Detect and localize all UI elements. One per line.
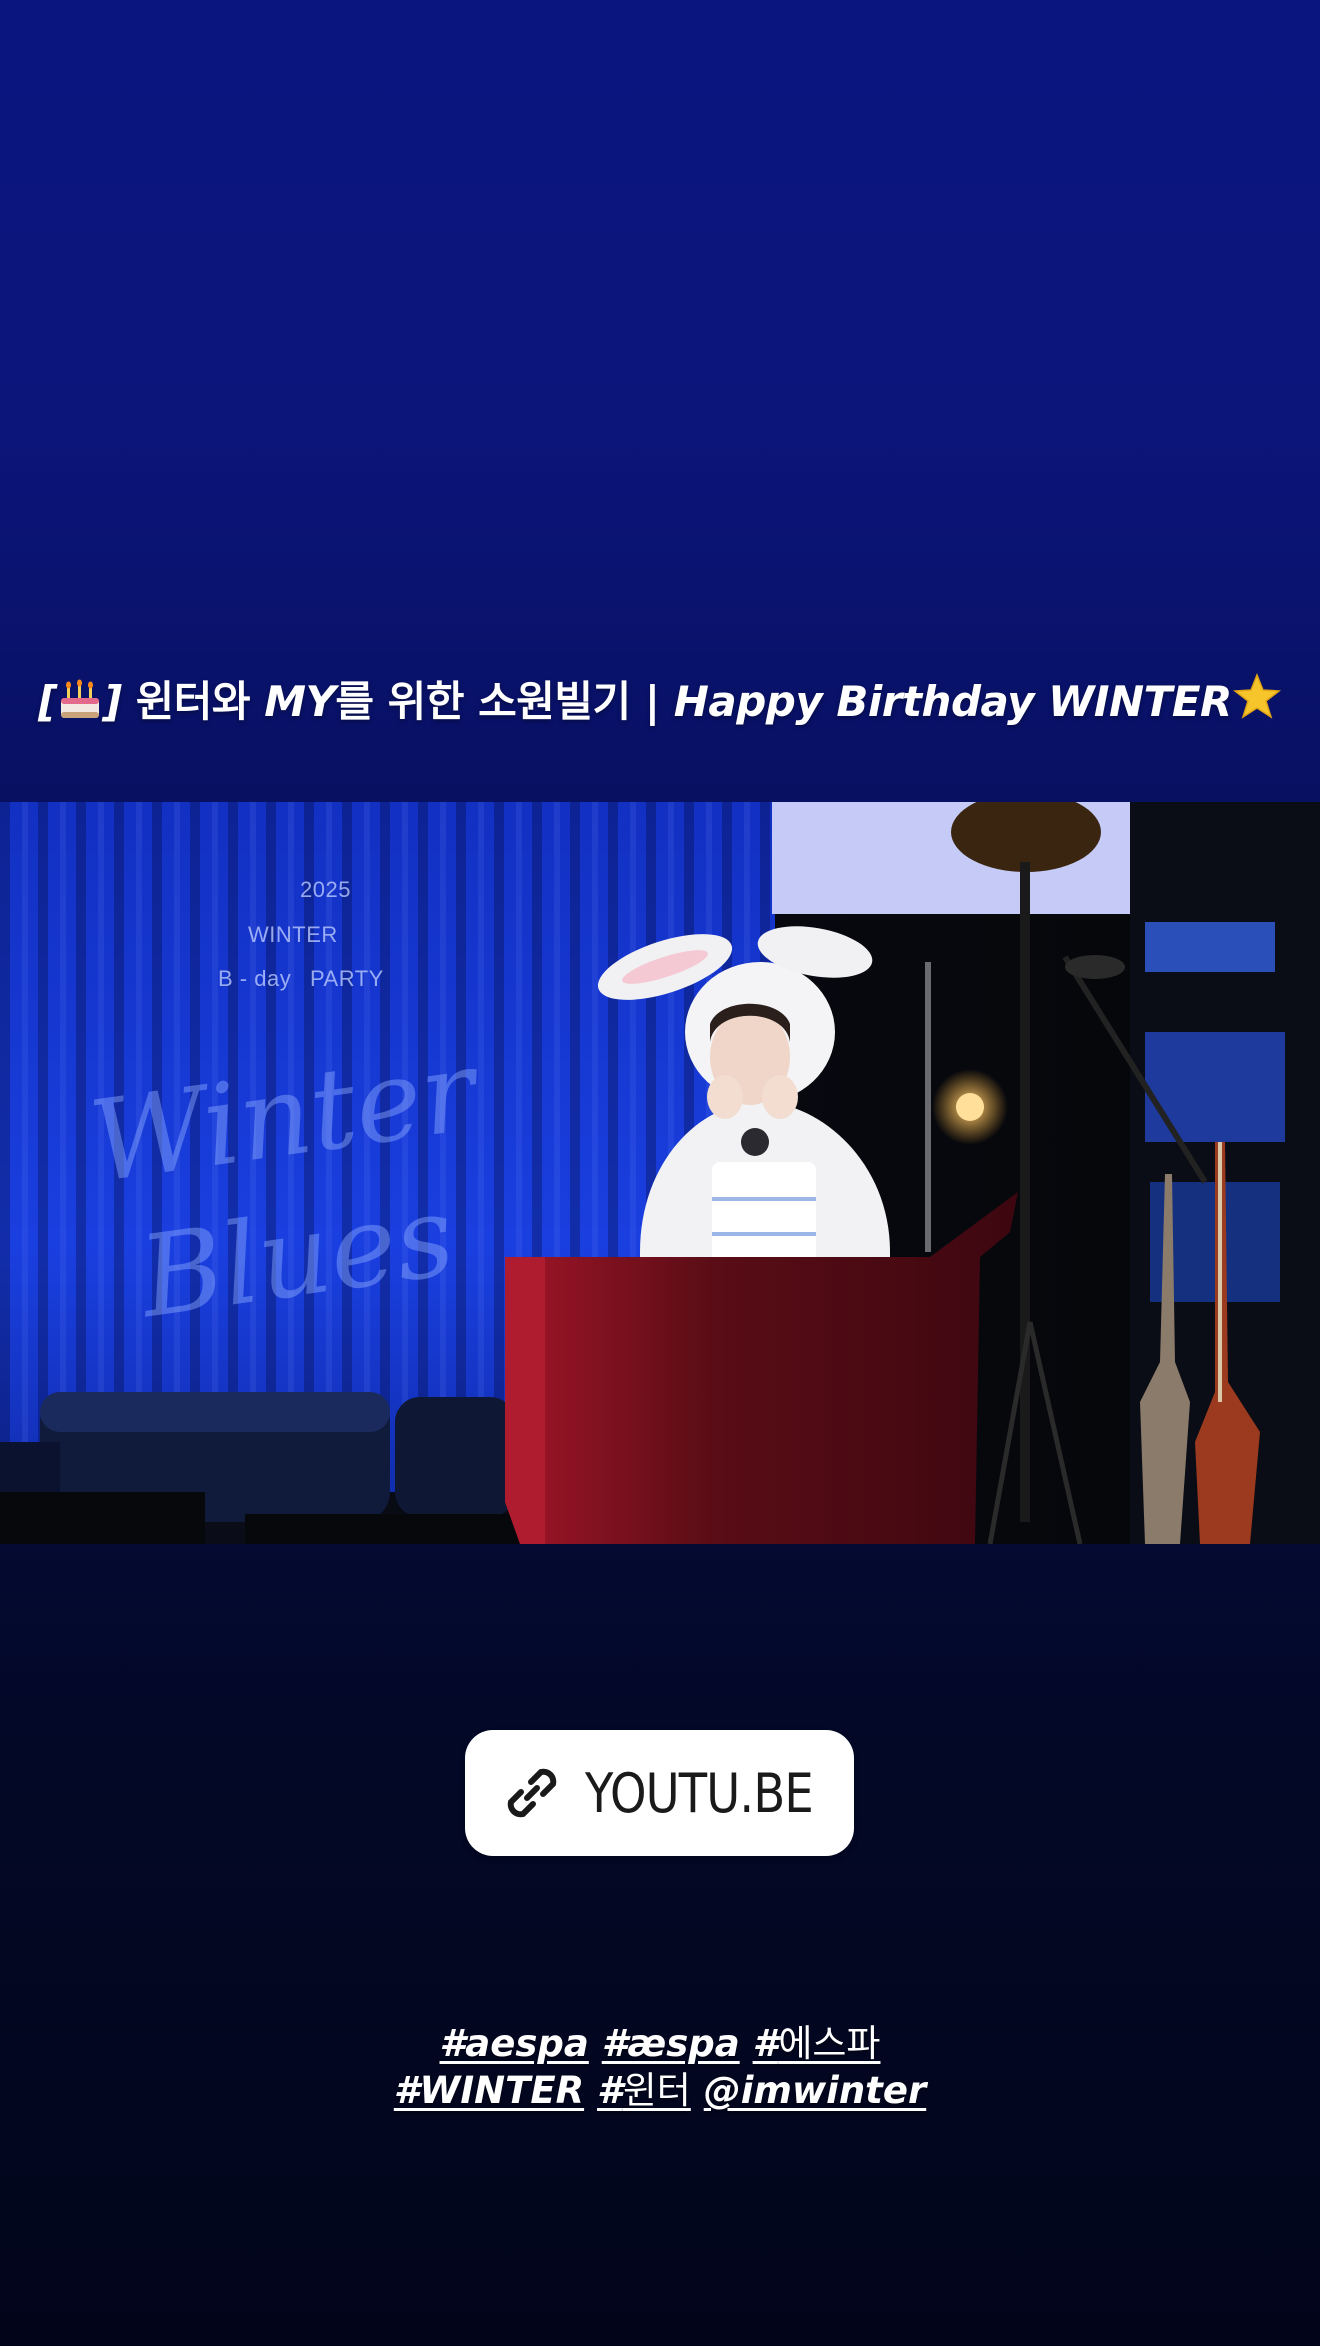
hashtag-aespa[interactable]: #aespa <box>440 2022 589 2065</box>
mention-imwinter[interactable]: @imwinter <box>704 2069 926 2112</box>
link-sticker[interactable]: YOUTU.BE <box>465 1730 854 1856</box>
video-thumbnail[interactable]: 2025 WINTER B - day PARTY Winter Blues <box>0 802 1320 1544</box>
hashtags: #aespa #æspa #에스파 #WINTER #윈터 @imwinter <box>0 2020 1320 2114</box>
link-icon <box>497 1758 567 1828</box>
title-open-bracket: [ <box>38 677 57 726</box>
backdrop-bday: B - day <box>218 966 292 991</box>
title-korean-2: 를 위한 소원빌기 | <box>335 677 674 726</box>
backdrop-party: PARTY <box>310 966 384 991</box>
backdrop-year: 2025 <box>300 877 351 902</box>
backdrop-name: WINTER <box>248 922 338 947</box>
birthday-cake-icon <box>57 676 103 732</box>
title-close-bracket: ] <box>102 677 122 726</box>
hashtag-line-1: #aespa #æspa #에스파 <box>0 2020 1320 2067</box>
hashtag-espa-korean[interactable]: #에스파 <box>753 2022 881 2065</box>
hashtag-winter[interactable]: #WINTER <box>394 2069 584 2112</box>
title-korean-1: 윈터와 <box>121 677 265 726</box>
title-happy-birthday: Happy Birthday WINTER <box>673 677 1233 726</box>
hashtag-aespa-ae[interactable]: #æspa <box>602 2022 740 2065</box>
story-title: [ ] 윈터와 MY를 위한 소원빌기 | Happy Birthday WIN… <box>0 668 1320 732</box>
star-icon <box>1232 672 1282 732</box>
hashtag-winter-korean[interactable]: #윈터 <box>597 2069 691 2112</box>
link-label: YOUTU.BE <box>585 1761 814 1825</box>
hashtag-line-2: #WINTER #윈터 @imwinter <box>0 2067 1320 2114</box>
title-my: MY <box>264 677 336 726</box>
